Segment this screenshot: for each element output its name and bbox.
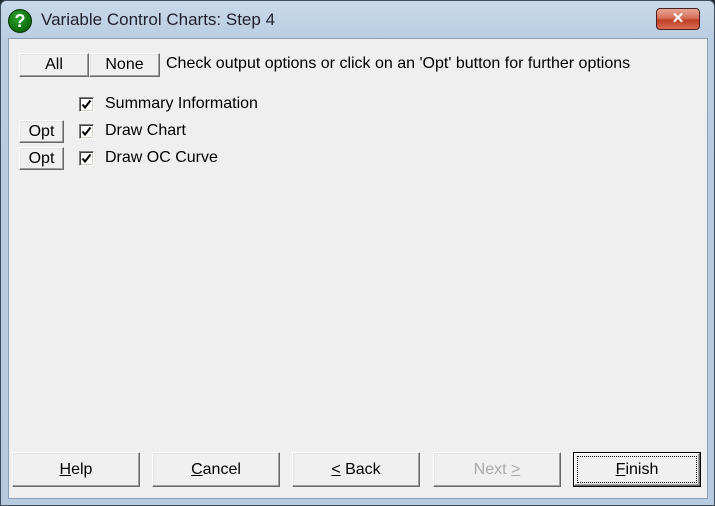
draw-chart-label: Draw Chart bbox=[105, 122, 186, 139]
next-mnemonic: > bbox=[511, 460, 521, 478]
back-label: Back bbox=[340, 460, 381, 478]
close-icon: ✕ bbox=[671, 10, 685, 27]
draw-chart-opt-button[interactable]: Opt bbox=[19, 120, 64, 143]
help-button[interactable]: Help bbox=[12, 452, 140, 487]
cancel-label: ancel bbox=[202, 460, 241, 478]
help-label: elp bbox=[71, 460, 93, 478]
finish-button[interactable]: Finish bbox=[573, 452, 701, 487]
cancel-mnemonic: C bbox=[191, 460, 203, 478]
dialog-window: ? Variable Control Charts: Step 4 ✕ All … bbox=[0, 0, 715, 506]
next-label: Next bbox=[473, 460, 511, 478]
checkmark-icon bbox=[81, 153, 92, 164]
summary-information-label: Summary Information bbox=[105, 95, 258, 112]
instruction-text: Check output options or click on an 'Opt… bbox=[166, 55, 631, 72]
all-button[interactable]: All bbox=[19, 53, 89, 77]
checkmark-icon bbox=[81, 126, 92, 137]
next-button[interactable]: Next > bbox=[433, 452, 561, 487]
dialog-body: All None Check output options or click o… bbox=[8, 38, 708, 499]
summary-information-checkbox[interactable] bbox=[79, 97, 94, 112]
back-button[interactable]: < Back bbox=[292, 452, 420, 487]
none-button[interactable]: None bbox=[89, 53, 160, 77]
close-button[interactable]: ✕ bbox=[656, 8, 700, 30]
finish-mnemonic: F bbox=[615, 460, 626, 478]
back-mnemonic: < bbox=[331, 460, 341, 478]
help-mnemonic: H bbox=[59, 460, 72, 478]
draw-oc-curve-opt-button[interactable]: Opt bbox=[19, 147, 64, 170]
checkmark-icon bbox=[81, 99, 92, 110]
draw-oc-curve-label: Draw OC Curve bbox=[105, 149, 218, 166]
title-bar[interactable]: ? Variable Control Charts: Step 4 ✕ bbox=[1, 1, 714, 39]
window-title: Variable Control Charts: Step 4 bbox=[41, 10, 276, 29]
question-icon: ? bbox=[8, 9, 32, 33]
cancel-button[interactable]: Cancel bbox=[152, 452, 280, 487]
draw-oc-curve-checkbox[interactable] bbox=[79, 151, 94, 166]
draw-chart-checkbox[interactable] bbox=[79, 124, 94, 139]
finish-label: inish bbox=[625, 460, 659, 478]
